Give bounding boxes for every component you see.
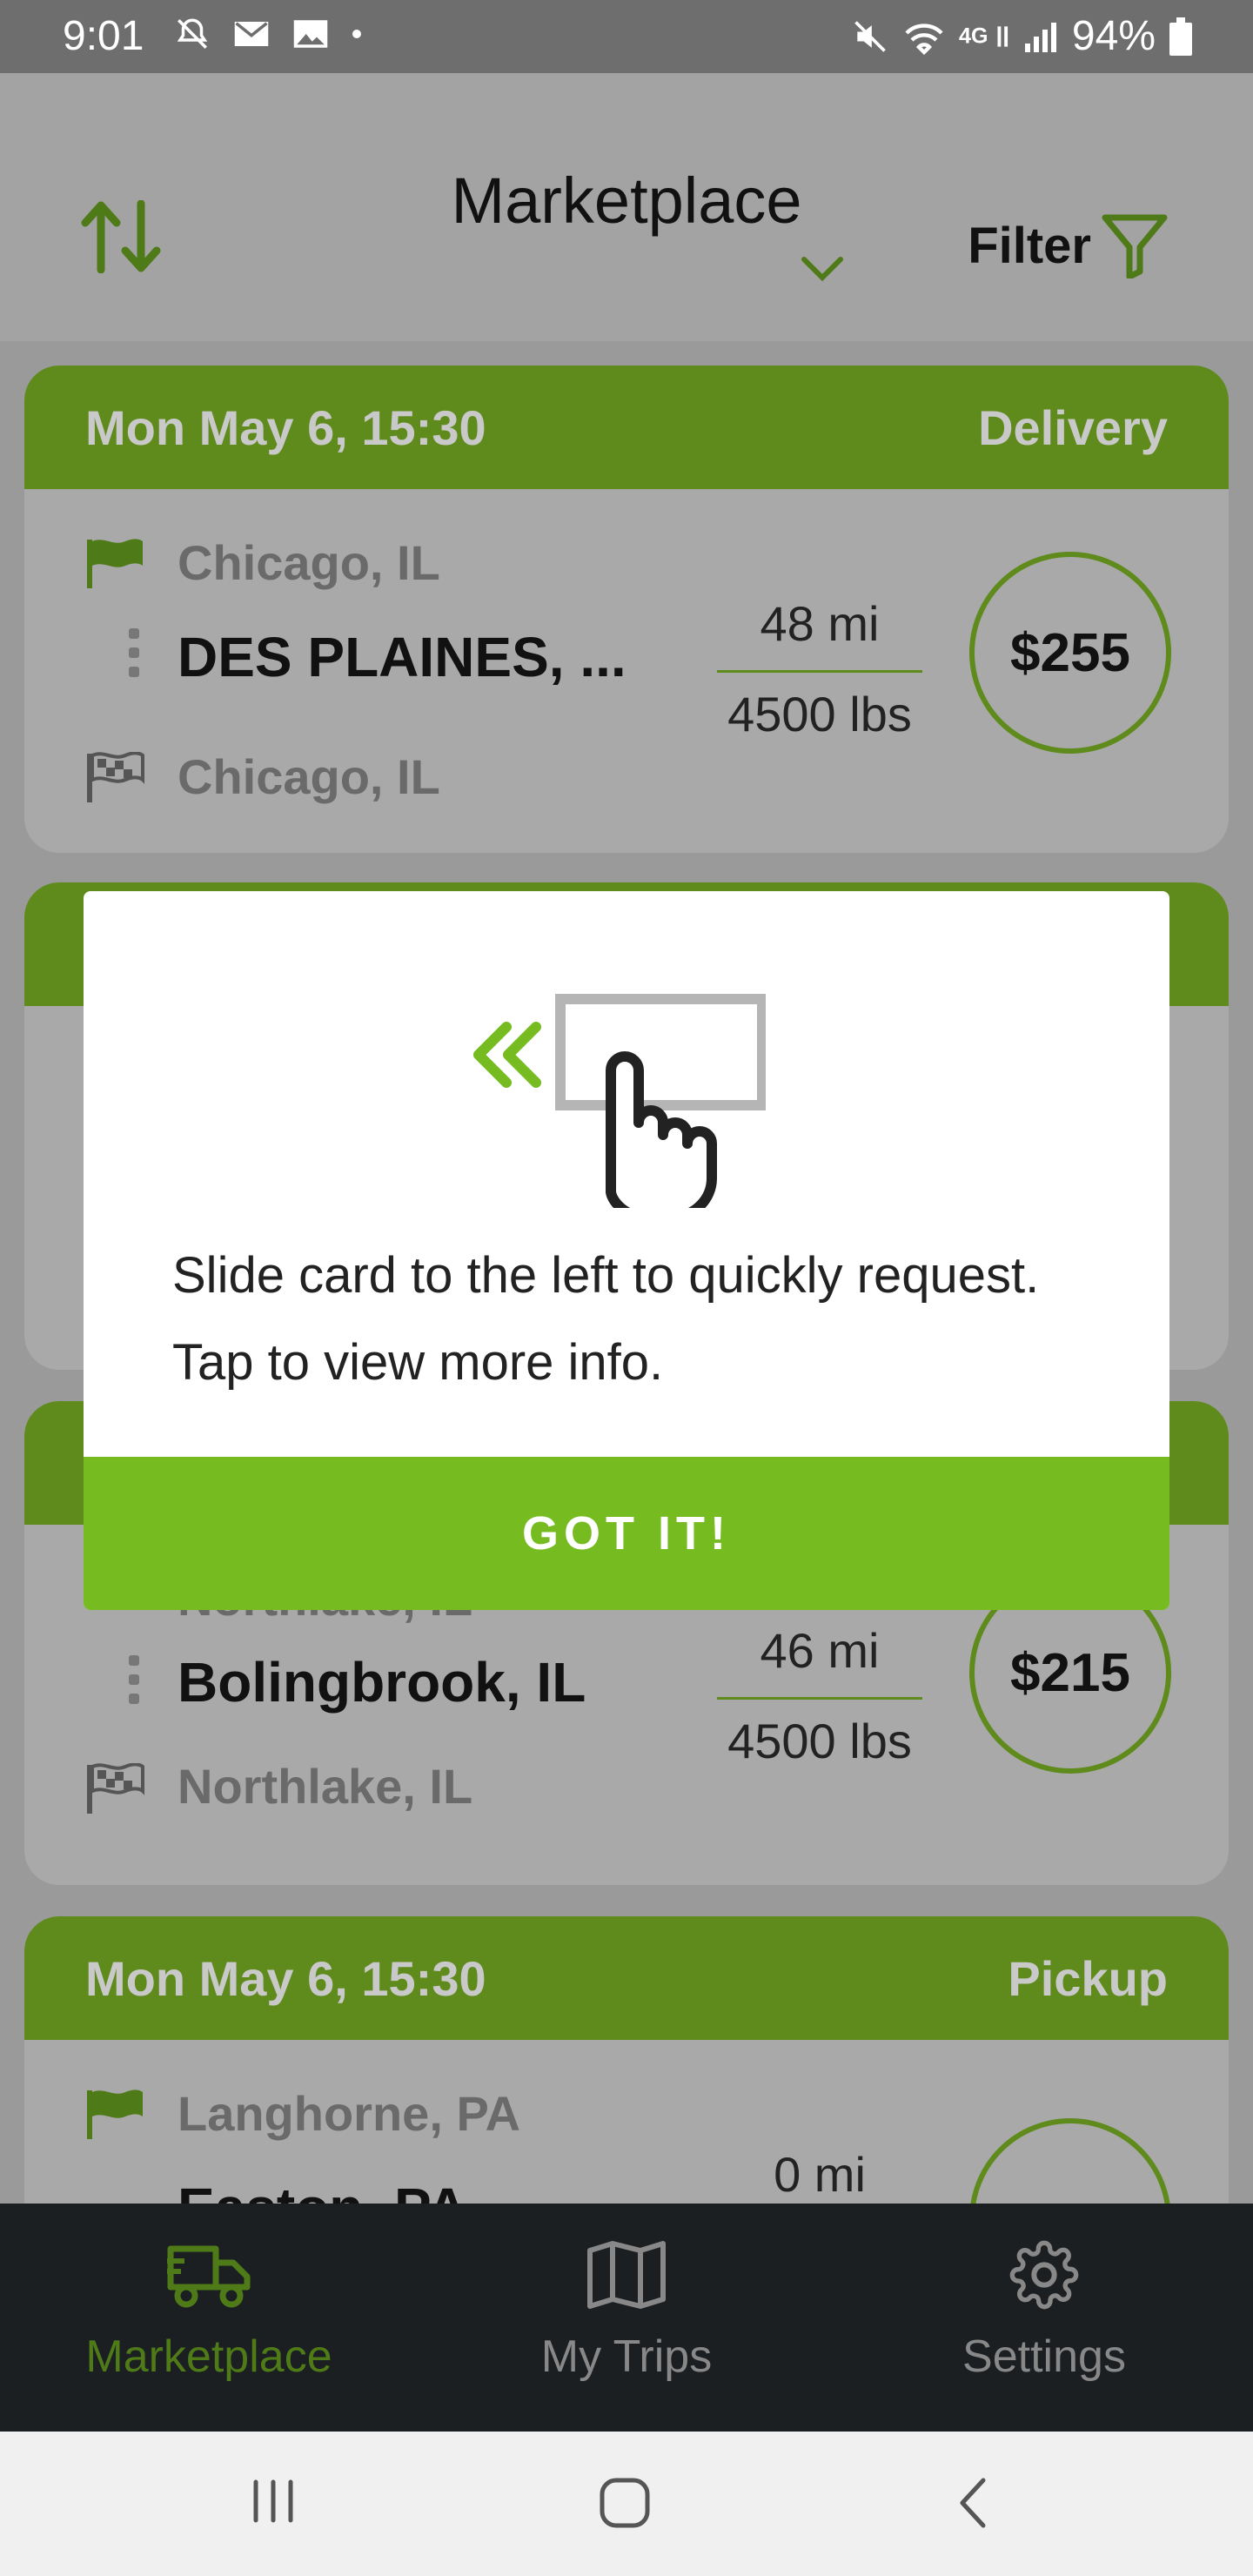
bottom-nav: Marketplace My Trips Settings [0,2204,1253,2432]
distance: 46 mi [760,1623,880,1678]
destination-city: Chicago, IL [178,749,440,804]
hint-message: Slide card to the left to quickly reques… [172,1232,1039,1406]
network-4g-icon: 4G [959,23,1008,48]
hint-line-2: Tap to view more info. [172,1334,664,1391]
card-date: Mon May 6, 15:30 [85,1950,486,2006]
status-bar: 9:01 4G 94% [0,0,1253,73]
finish-flag-icon [87,1763,144,1814]
price-badge[interactable]: $255 [969,552,1171,754]
notifications-off-icon [177,18,208,49]
divider [717,670,922,673]
hint-line-1: Slide card to the left to quickly reques… [172,1247,1040,1304]
destination-city: Northlake, IL [178,1759,473,1814]
card-type: Pickup [1008,1950,1168,2006]
card-header: Mon May 6, 15:30 Delivery [24,366,1229,489]
notification-icons [174,16,362,52]
divider [717,1697,922,1700]
truck-icon [167,2245,251,2308]
filter-button[interactable]: Filter [968,212,1169,278]
signal-icon [1024,22,1056,52]
nav-label: Settings [962,2331,1126,2382]
start-flag-icon [87,2090,143,2139]
swipe-hint-dialog: Slide card to the left to quickly reques… [84,891,1169,1610]
wifi-icon [905,23,943,55]
home-icon[interactable] [599,2477,651,2529]
card-date: Mon May 6, 15:30 [85,399,486,455]
battery-percent: 94% [1071,13,1156,59]
nav-item-settings[interactable]: Settings [835,2204,1253,2432]
mail-icon [234,22,269,46]
weight: 4500 lbs [727,1714,912,1768]
card-type: Delivery [978,399,1168,455]
mute-icon [854,20,886,52]
gear-icon [1009,2240,1079,2310]
nav-item-trips[interactable]: My Trips [418,2204,835,2432]
nav-label: My Trips [540,2331,713,2382]
finish-flag-icon [87,752,144,802]
chevron-down-icon[interactable] [801,256,844,282]
card-body: Chicago, IL DES PLAINES, ... Chicago, IL… [24,489,1229,853]
recent-apps-icon[interactable] [251,2477,296,2526]
origin-city: Chicago, IL [178,535,440,590]
back-icon[interactable] [955,2477,990,2529]
distance: 48 mi [760,596,880,651]
stops-dots-icon [129,628,139,677]
nav-label: Marketplace [85,2331,332,2382]
load-card[interactable]: Mon May 6, 15:30 Delivery Chicago, IL DE… [24,366,1229,853]
stops-dots-icon [129,1655,139,1704]
start-flag-icon [87,539,143,588]
distance: 0 mi [774,2147,866,2202]
status-time: 9:01 [63,13,144,59]
filter-label: Filter [968,217,1091,274]
map-icon [587,2241,666,2309]
battery-icon [1169,17,1192,56]
system-navigation-bar [0,2432,1253,2576]
svg-text:4G: 4G [959,23,988,48]
dot-icon [352,30,361,38]
got-it-button[interactable]: GOT IT! [84,1457,1169,1610]
app-header: Marketplace Filter [0,73,1253,341]
filter-icon [1102,214,1168,278]
system-indicators: 4G 94% [851,12,1192,60]
swipe-left-hand-icon [473,994,766,1208]
origin-city: Langhorne, PA [178,2086,521,2141]
image-icon [293,20,328,48]
main-stop: Bolingbrook, IL [178,1651,586,1714]
weight: 4500 lbs [727,687,912,741]
nav-item-marketplace[interactable]: Marketplace [0,2204,418,2432]
main-stop: DES PLAINES, ... [178,626,626,688]
card-header: Mon May 6, 15:30 Pickup [24,1916,1229,2040]
